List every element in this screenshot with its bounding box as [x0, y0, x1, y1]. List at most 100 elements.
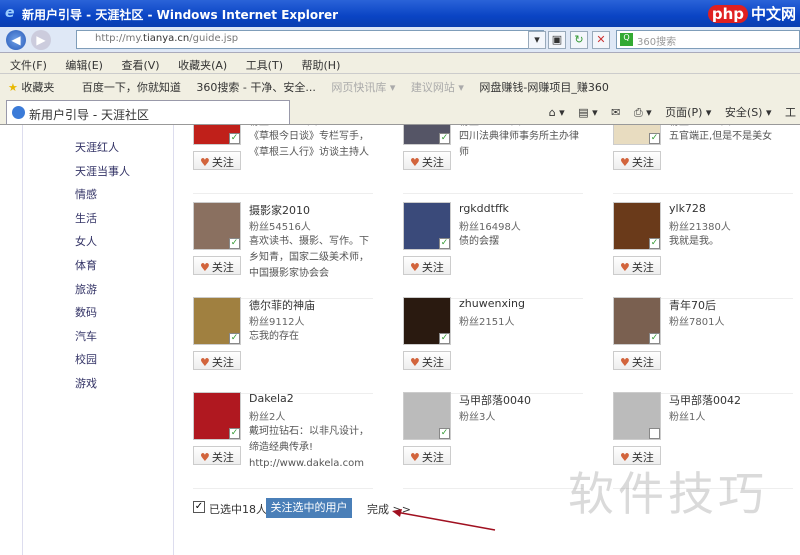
- follow-button[interactable]: ♥ 关注: [403, 151, 451, 170]
- sidebar-item[interactable]: 数码: [75, 304, 97, 320]
- user-desc: 债的会摆: [459, 236, 499, 247]
- print-icon[interactable]: ⎙ ▾: [634, 106, 652, 119]
- user-select-checkbox[interactable]: ✓: [649, 238, 660, 249]
- safety-menu[interactable]: 安全(S) ▾: [725, 106, 772, 119]
- sidebar-item[interactable]: 天涯红人: [75, 139, 119, 155]
- mail-icon[interactable]: ✉: [611, 106, 620, 119]
- php-logo: php 中文网: [707, 3, 796, 24]
- window-title: 新用户引导 - 天涯社区 - Windows Internet Explorer: [22, 8, 339, 22]
- favorites-button[interactable]: ★ 收藏夹: [8, 81, 66, 94]
- refresh-icon[interactable]: ↻: [570, 31, 588, 49]
- user-select-checkbox[interactable]: ✓: [649, 333, 660, 344]
- menu-file[interactable]: 文件(F): [10, 59, 47, 72]
- user-select-checkbox[interactable]: ✓: [439, 238, 450, 249]
- user-fans: 粉丝9112人: [249, 317, 305, 328]
- user-select-checkbox[interactable]: ✓: [229, 238, 240, 249]
- menu-edit[interactable]: 编辑(E): [65, 59, 103, 72]
- follow-button[interactable]: ♥ 关注: [403, 351, 451, 370]
- user-name[interactable]: 青年70后: [669, 297, 716, 313]
- user-name[interactable]: 马甲部落0040: [459, 392, 531, 408]
- sidebar-item[interactable]: 旅游: [75, 281, 97, 297]
- user-name[interactable]: Dakela2: [249, 392, 294, 405]
- stop-icon[interactable]: ✕: [592, 31, 610, 49]
- follow-button[interactable]: ♥ 关注: [193, 351, 241, 370]
- tab-title: 新用户引导 - 天涯社区: [29, 108, 149, 122]
- sidebar-item[interactable]: 女人: [75, 233, 97, 249]
- search-input[interactable]: Q 360搜索: [616, 30, 800, 49]
- address-dropdown[interactable]: ▾: [528, 31, 546, 49]
- follow-button[interactable]: ♥ 关注: [193, 151, 241, 170]
- sidebar-item[interactable]: 生活: [75, 210, 97, 226]
- select-all-checkbox[interactable]: ✓: [193, 501, 205, 513]
- follow-label: 关注: [421, 261, 444, 274]
- user-select-checkbox[interactable]: [649, 428, 660, 439]
- sidebar-item[interactable]: 体育: [75, 257, 97, 273]
- selected-count: 已选中18人: [209, 503, 267, 516]
- tab-active[interactable]: 新用户引导 - 天涯社区: [6, 100, 290, 124]
- follow-button[interactable]: ♥ 关注: [193, 446, 241, 465]
- star-icon: ★: [8, 81, 18, 94]
- user-fans: 粉丝16498人: [459, 222, 521, 233]
- follow-label: 关注: [631, 356, 654, 369]
- sidebar-item[interactable]: 校园: [75, 351, 97, 367]
- heart-icon: ♥: [200, 261, 210, 274]
- user-name[interactable]: 摄影家2010: [249, 202, 310, 218]
- sidebar-item[interactable]: 情感: [75, 186, 97, 202]
- fav-item-suggested[interactable]: 建议网站 ▾: [411, 81, 464, 94]
- user-select-checkbox[interactable]: ✓: [439, 428, 450, 439]
- user-fans: 粉丝21380人: [669, 222, 731, 233]
- heart-icon: ♥: [200, 156, 210, 169]
- follow-label: 关注: [421, 451, 444, 464]
- feeds-icon[interactable]: ▤ ▾: [578, 106, 597, 119]
- sidebar-item[interactable]: 汽车: [75, 328, 97, 344]
- follow-label: 关注: [211, 451, 234, 464]
- fav-item-360[interactable]: 360搜索 - 干净、安全...: [196, 81, 315, 94]
- user-select-checkbox[interactable]: ✓: [439, 333, 450, 344]
- user-card: ✓ ♥ 关注 马甲部落0040 粉丝3人: [403, 392, 593, 482]
- follow-label: 关注: [631, 156, 654, 169]
- user-select-checkbox[interactable]: ✓: [229, 428, 240, 439]
- user-select-checkbox[interactable]: ✓: [649, 133, 660, 144]
- forward-button[interactable]: ▶: [31, 30, 51, 50]
- follow-label: 关注: [631, 261, 654, 274]
- user-fans: 粉丝2人: [249, 412, 286, 423]
- user-name[interactable]: rgkddtffk: [459, 202, 509, 215]
- heart-icon: ♥: [200, 356, 210, 369]
- sidebar-item[interactable]: 天涯当事人: [75, 163, 130, 179]
- follow-button[interactable]: ♥ 关注: [613, 151, 661, 170]
- user-desc: 喜欢读书、摄影、写作。下乡知青，国家二级美术师，中国摄影家协会会: [249, 236, 369, 279]
- fav-item-webslice[interactable]: 网页快讯库 ▾: [331, 81, 395, 94]
- tab-row: 新用户引导 - 天涯社区 ⌂ ▾ ▤ ▾ ✉ ⎙ ▾ 页面(P) ▾ 安全(S)…: [0, 98, 800, 125]
- tools-menu[interactable]: 工: [785, 106, 796, 119]
- menu-help[interactable]: 帮助(H): [302, 59, 341, 72]
- sidebar-item[interactable]: 游戏: [75, 375, 97, 391]
- fav-item-baidu[interactable]: 百度一下，你就知道: [82, 81, 181, 94]
- user-select-checkbox[interactable]: ✓: [439, 133, 450, 144]
- menu-tools[interactable]: 工具(T): [246, 59, 283, 72]
- user-name[interactable]: zhuwenxing: [459, 297, 525, 310]
- user-name[interactable]: 德尔菲的神庙: [249, 297, 315, 313]
- user-name[interactable]: 马甲部落0042: [669, 392, 741, 408]
- user-select-checkbox[interactable]: ✓: [229, 133, 240, 144]
- follow-button[interactable]: ♥ 关注: [193, 256, 241, 275]
- menu-favorites[interactable]: 收藏夹(A): [178, 59, 227, 72]
- user-desc: 我就是我。: [669, 236, 719, 247]
- follow-button[interactable]: ♥ 关注: [613, 256, 661, 275]
- menu-view[interactable]: 查看(V): [121, 59, 159, 72]
- user-card: ✓ ♥ 关注 zhuwenxing 粉丝2151人: [403, 297, 593, 387]
- user-name[interactable]: ylk728: [669, 202, 706, 215]
- compat-view-icon[interactable]: ▣: [548, 31, 566, 49]
- user-fans: 粉丝1人: [669, 412, 706, 423]
- back-button[interactable]: ◀: [6, 30, 26, 50]
- ie-icon: e: [5, 5, 15, 21]
- follow-button[interactable]: ♥ 关注: [403, 446, 451, 465]
- follow-button[interactable]: ♥ 关注: [613, 351, 661, 370]
- heart-icon: ♥: [410, 261, 420, 274]
- fav-item-wangpan[interactable]: 网盘赚钱-网赚项目_赚360: [479, 81, 608, 94]
- home-icon[interactable]: ⌂ ▾: [549, 106, 565, 119]
- user-select-checkbox[interactable]: ✓: [229, 333, 240, 344]
- follow-button[interactable]: ♥ 关注: [403, 256, 451, 275]
- follow-selected-button[interactable]: 关注选中的用户: [266, 498, 352, 518]
- address-input[interactable]: http://my.tianya.cn/guide.jsp: [76, 30, 544, 49]
- page-menu[interactable]: 页面(P) ▾: [665, 106, 711, 119]
